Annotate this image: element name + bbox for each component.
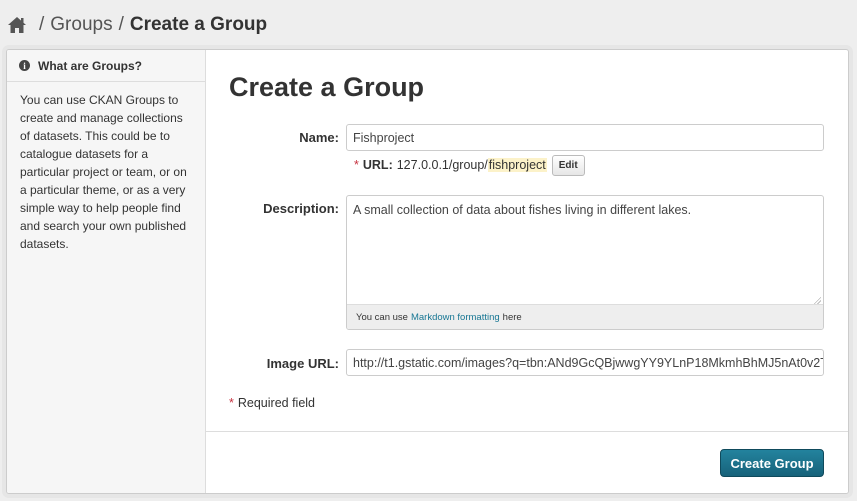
sidebar-heading-text: What are Groups? (38, 58, 143, 73)
home-icon[interactable] (7, 16, 27, 34)
markdown-hint-suffix: here (502, 311, 522, 323)
sidebar-heading: i What are Groups? (7, 50, 205, 82)
edit-url-button[interactable]: Edit (551, 154, 585, 176)
description-text[interactable]: A small collection of data about fishes … (347, 196, 823, 224)
info-icon: i (19, 60, 30, 71)
breadcrumb-separator: / (118, 14, 124, 35)
image-url-label: Image URL: (266, 356, 339, 371)
url-label: URL: (362, 158, 393, 172)
required-star: * (229, 396, 234, 410)
markdown-hint: You can use Markdown formatting here (347, 304, 823, 329)
name-input[interactable]: Fishproject (346, 124, 824, 151)
required-star: * (354, 158, 359, 172)
description-textarea[interactable]: A small collection of data about fishes … (346, 195, 824, 330)
markdown-hint-prefix: You can use (356, 311, 408, 323)
markdown-link[interactable]: Markdown formatting (411, 312, 500, 323)
url-preview: * URL: 127.0.0.1/group/ fishproject Edit (354, 154, 585, 176)
required-note-text: Required field (237, 396, 316, 410)
resize-handle-icon[interactable] (813, 296, 821, 304)
group-form: Create a Group Name: Fishproject * URL: … (206, 50, 848, 493)
breadcrumb-current[interactable]: Create a Group (130, 14, 267, 36)
page-title: Create a Group (229, 72, 425, 102)
url-prefix: 127.0.0.1/group/ (396, 158, 488, 172)
breadcrumb-groups-link[interactable]: Groups (50, 14, 112, 36)
description-label: Description: (263, 201, 339, 216)
sidebar-description: You can use CKAN Groups to create and ma… (20, 93, 187, 251)
breadcrumb: / Groups / Create a Group (7, 12, 267, 38)
name-label: Name: (299, 130, 339, 145)
breadcrumb-separator: / (39, 14, 45, 35)
content-panel: i What are Groups? You can use CKAN Grou… (6, 49, 849, 494)
image-url-input[interactable]: http://t1.gstatic.com/images?q=tbn:ANd9G… (346, 349, 824, 376)
create-group-button[interactable]: Create Group (720, 449, 824, 477)
required-note: * Required field (229, 396, 315, 410)
url-slug: fishproject (487, 158, 547, 172)
sidebar: i What are Groups? You can use CKAN Grou… (7, 50, 206, 493)
